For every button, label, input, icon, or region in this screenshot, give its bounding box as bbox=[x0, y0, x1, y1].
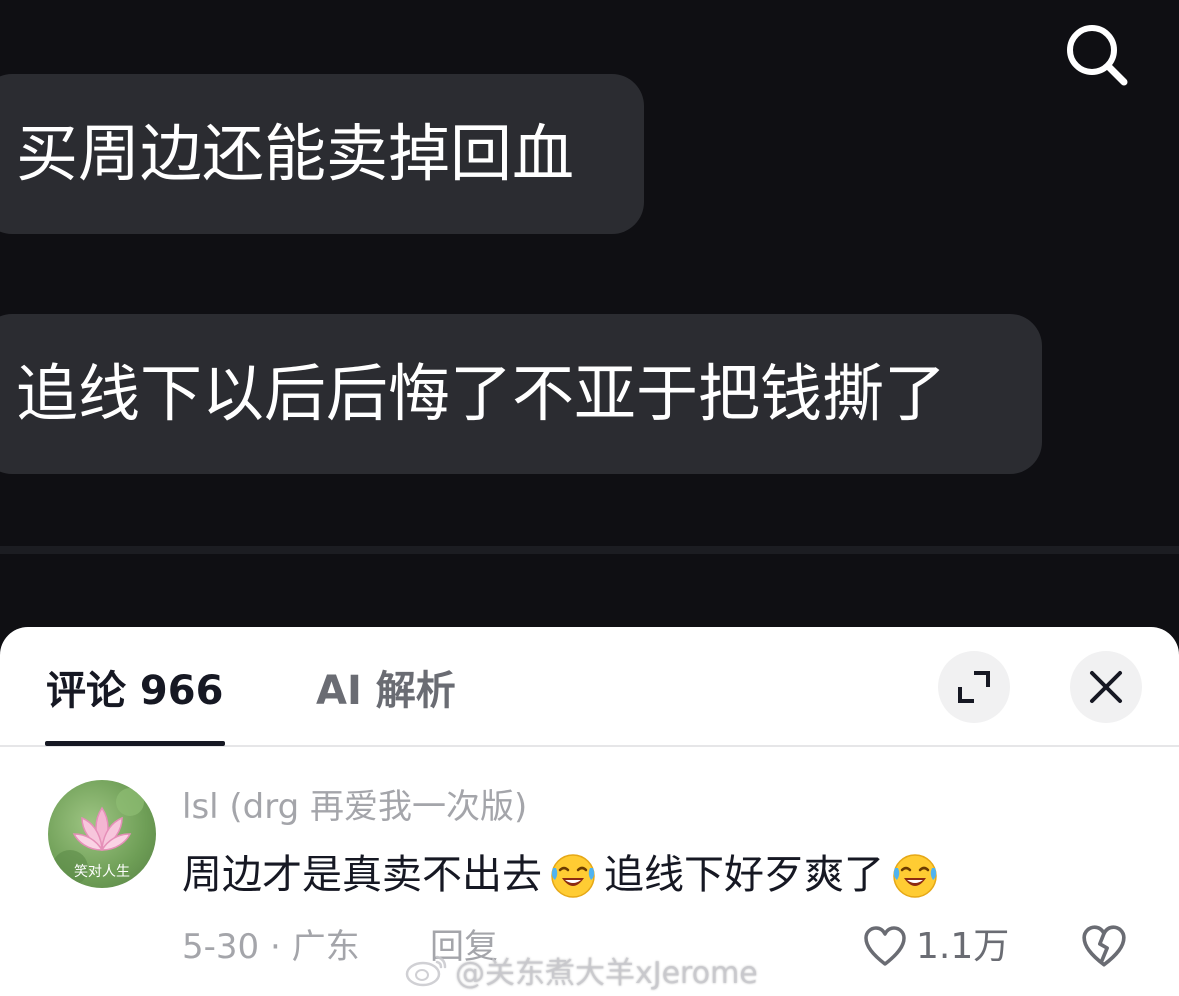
watermark: @关东煮大羊xJerome bbox=[405, 952, 758, 991]
comment-username[interactable]: lsl (drg 再爱我一次版) bbox=[182, 787, 527, 827]
comment-text-part: 周边才是真卖不出去 bbox=[182, 852, 542, 898]
tab-comments[interactable]: 评论 966 bbox=[46, 667, 223, 715]
dislike-button[interactable] bbox=[1080, 923, 1128, 971]
comment-text: 周边才是真卖不出去 追线下好歹爽了 bbox=[182, 850, 946, 900]
tab-active-indicator bbox=[45, 741, 225, 746]
close-icon bbox=[1090, 671, 1122, 703]
video-divider bbox=[0, 546, 1179, 554]
avatar-caption: 笑对人生 bbox=[74, 864, 130, 880]
comment-text-part: 追线下好歹爽了 bbox=[604, 852, 884, 898]
chat-bubble: 追线下以后后悔了不亚于把钱撕了 bbox=[0, 314, 1042, 474]
tab-ai-analysis[interactable]: AI 解析 bbox=[316, 667, 456, 715]
comment-date-location: 5-30 · 广东 bbox=[182, 927, 360, 967]
like-button[interactable]: 1.1万 bbox=[862, 923, 1009, 971]
message-text: 买周边还能卖掉回血 bbox=[16, 117, 575, 190]
expand-icon bbox=[958, 671, 990, 703]
laughing-crying-emoji-icon bbox=[551, 854, 595, 898]
broken-heart-icon bbox=[1082, 925, 1126, 967]
message-text: 追线下以后后悔了不亚于把钱撕了 bbox=[16, 357, 947, 430]
heart-icon bbox=[864, 926, 906, 966]
search-button[interactable] bbox=[1060, 20, 1132, 92]
avatar[interactable]: 笑对人生 bbox=[48, 780, 156, 888]
comments-sheet: 评论 966 AI 解析 笑对人生 lsl (drg 再爱我一次版) 周边才是真… bbox=[0, 627, 1179, 996]
search-icon bbox=[1067, 25, 1128, 86]
expand-button[interactable] bbox=[938, 651, 1010, 723]
close-button[interactable] bbox=[1070, 651, 1142, 723]
weibo-logo-icon bbox=[405, 955, 447, 987]
watermark-text: @关东煮大羊xJerome bbox=[455, 956, 758, 991]
video-area[interactable]: 买周边还能卖掉回血 追线下以后后悔了不亚于把钱撕了 bbox=[0, 0, 1179, 640]
chat-bubble: 买周边还能卖掉回血 bbox=[0, 74, 644, 234]
like-count: 1.1万 bbox=[916, 926, 1010, 967]
laughing-crying-emoji-icon bbox=[893, 854, 937, 898]
